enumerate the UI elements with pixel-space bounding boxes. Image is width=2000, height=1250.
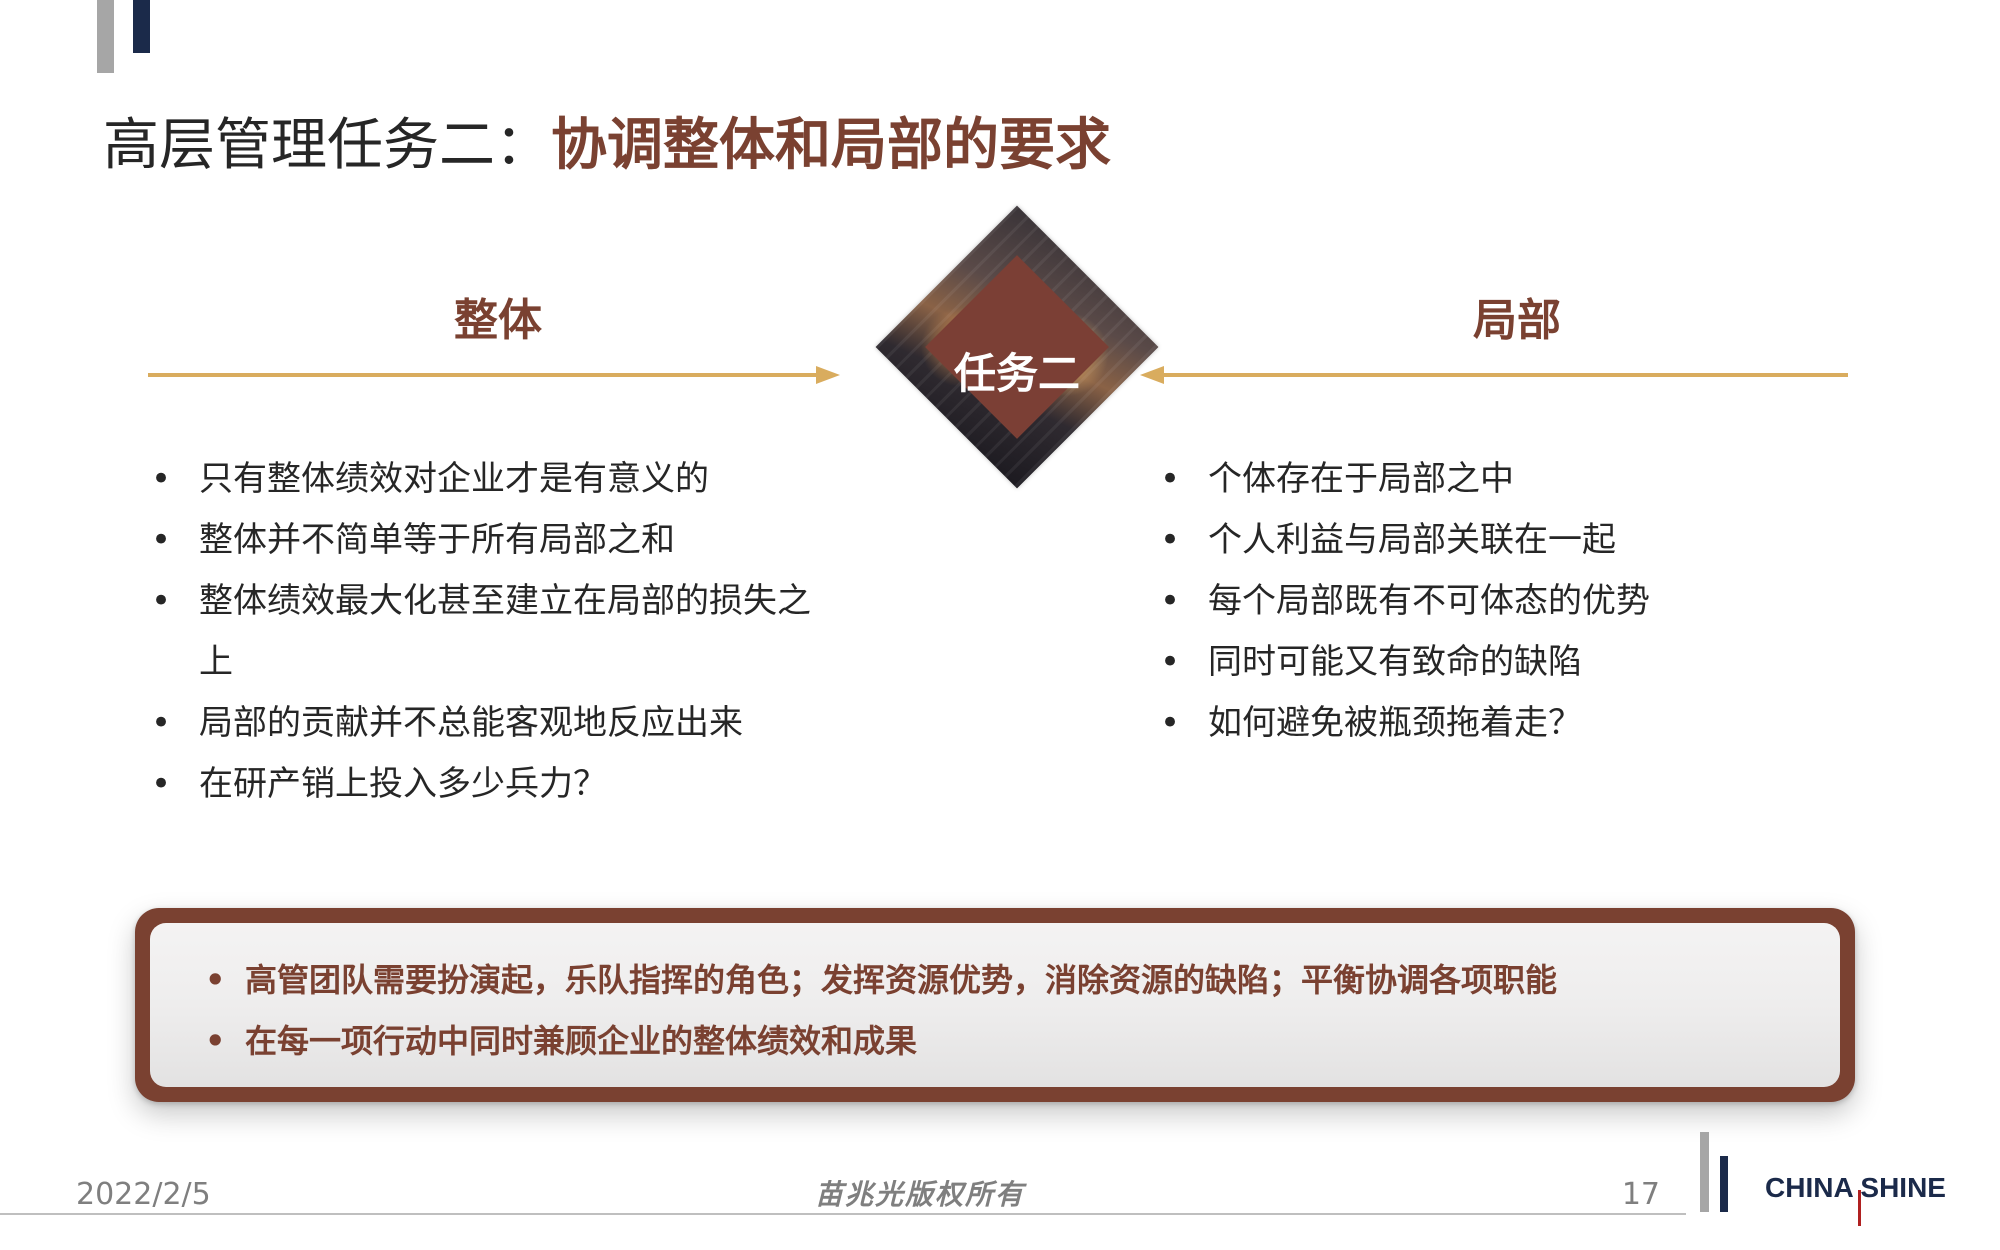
list-item: • 个体存在于局部之中: [1160, 459, 1514, 499]
left-bullet-list: • 只有整体绩效对企业才是有意义的 • 整体并不简单等于所有局部之和 • 整体绩效最大…: [151, 449, 839, 815]
logo-bar-navy: [1720, 1156, 1728, 1212]
title-emphasis: 协调整体和局部的要求: [551, 113, 1111, 178]
brand-logo: CHINA SHINE: [1765, 1172, 1946, 1203]
left-arrow: [148, 366, 840, 384]
center-diamond-label: 任务二: [953, 349, 1080, 398]
list-item: • 同时可能又有致命的缺陷: [1160, 642, 1582, 682]
list-item: • 局部的贡献并不总能客观地反应出来: [151, 703, 743, 743]
list-item: • 每个局部既有不可体态的优势: [1160, 581, 1650, 621]
footer-date: 2022/2/5: [76, 1177, 211, 1212]
logo-bar-gray: [1700, 1132, 1709, 1212]
list-item: • 整体并不简单等于所有局部之和: [151, 520, 675, 560]
right-arrow: [1140, 366, 1848, 384]
footer-copyright: 苗兆光版权所有: [814, 1178, 1025, 1211]
page-number: 17: [1621, 1177, 1660, 1212]
list-item: • 如何避免被瓶颈拖着走？: [1160, 703, 1582, 743]
title-prefix: 高层管理任务二：: [103, 113, 551, 178]
list-item: • 整体绩效最大化甚至建立在局部的损失之上: [151, 581, 811, 682]
list-item: • 在研产销上投入多少兵力？: [151, 764, 607, 804]
list-item: • 个人利益与局部关联在一起: [1160, 520, 1616, 560]
summary-item: • 高管团队需要扮演起，乐队指挥的角色；发挥资源优势，消除资源的缺陷；平衡协调各项…: [205, 961, 1558, 999]
slide-title: 高层管理任务二：协调整体和局部的要求: [103, 106, 1111, 186]
summary-item: • 在每一项行动中同时兼顾企业的整体绩效和成果: [205, 1022, 918, 1060]
corner-bar-navy: [133, 0, 150, 53]
heading-part: 局部: [1473, 295, 1561, 346]
list-item: • 只有整体绩效对企业才是有意义的: [151, 459, 709, 499]
summary-list: • 高管团队需要扮演起，乐队指挥的角色；发挥资源优势，消除资源的缺陷；平衡协调各项…: [205, 950, 1805, 1072]
corner-bar-gray: [97, 0, 114, 73]
heading-whole: 整体: [454, 295, 542, 346]
logo-accent-mark: [1858, 1190, 1861, 1226]
right-bullet-list: • 个体存在于局部之中 • 个人利益与局部关联在一起 • 每个局部既有不可体态的优势 …: [1160, 449, 1728, 754]
